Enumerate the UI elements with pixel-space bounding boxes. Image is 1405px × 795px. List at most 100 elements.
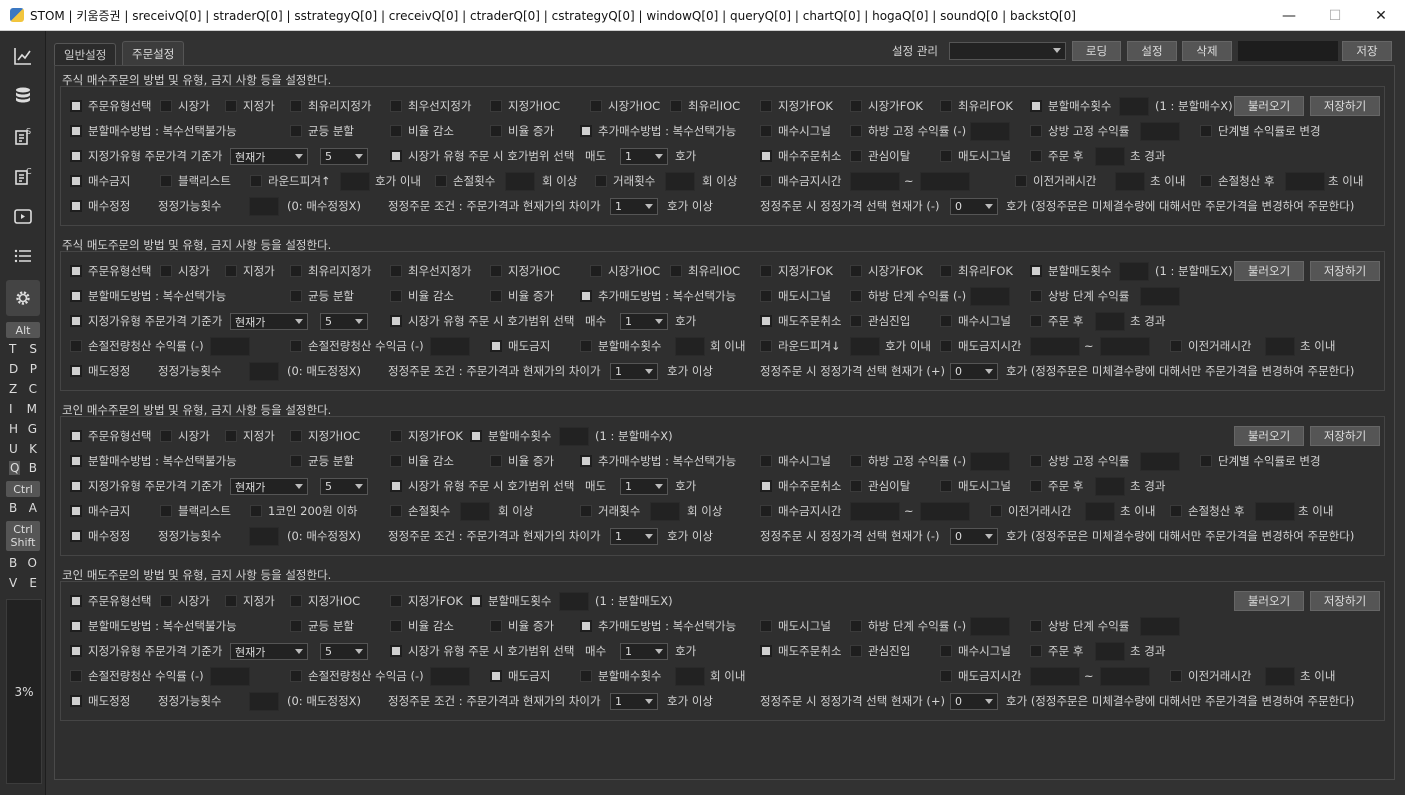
order-type-option[interactable]: 시장가 [160,261,210,281]
prev-trade-input[interactable] [1085,502,1115,521]
save-preset-button[interactable]: 저장하기 [1310,261,1380,281]
checkbox[interactable] [760,480,772,492]
coin-price-option[interactable]: 1코인 200원 이하 [250,501,357,521]
split-buy-input[interactable] [675,667,705,686]
checkbox[interactable] [225,595,237,607]
checkbox[interactable] [580,455,592,467]
checkbox[interactable] [760,175,772,187]
ban-end-input[interactable] [1100,667,1150,686]
checkbox[interactable] [390,290,402,302]
loss-count-input[interactable] [460,502,490,521]
interest-option[interactable]: 관심이탈 [850,146,910,166]
tick-diff-select[interactable]: 1 [610,528,658,545]
split-count-input[interactable] [559,592,589,611]
close-button[interactable]: ✕ [1358,0,1404,31]
checkbox[interactable] [580,340,592,352]
checkbox[interactable] [580,505,592,517]
correction-option[interactable]: 매수정정 [70,526,130,546]
settings-name-input[interactable] [1238,41,1338,61]
correction-price-select[interactable]: 0 [950,693,998,710]
checkbox[interactable] [70,530,82,542]
checkbox[interactable] [850,620,862,632]
limit-price-basis[interactable]: 지정가유형 주문가격 기준가 [70,311,222,331]
stoploss-after-input[interactable] [1255,502,1295,521]
ban-time-option[interactable]: 매수금지시간 [760,501,841,521]
checkbox[interactable] [1030,315,1042,327]
split-method-option[interactable]: 추가매도방법 : 복수선택가능 [580,286,736,306]
sell-ban-time-option[interactable]: 매도금지시간 [940,336,1021,356]
range-select[interactable]: 1 [620,643,668,660]
save-preset-button[interactable]: 저장하기 [1310,591,1380,611]
save-preset-button[interactable]: 저장하기 [1310,426,1380,446]
correction-option[interactable]: 매도정정 [70,691,130,711]
order-type-option[interactable]: 주문유형선택 [70,261,151,281]
round-figure-option[interactable]: 라운드피겨↓ [760,336,841,356]
order-type-option[interactable]: 시장가IOC [590,261,660,281]
correction-price-select[interactable]: 0 [950,198,998,215]
correction-count-input[interactable] [249,197,279,216]
correction-option[interactable]: 매수정정 [70,196,130,216]
checkbox[interactable] [435,175,447,187]
split-method-option[interactable]: 분할매도방법 : 복수선택불가능 [70,616,237,636]
split-method-option[interactable]: 단계별 수익률로 변경 [1200,451,1321,471]
checkbox[interactable] [850,125,862,137]
checkbox[interactable] [160,505,172,517]
checkbox[interactable] [290,620,302,632]
loss-count-option[interactable]: 손절횟수 [390,501,450,521]
range-select[interactable]: 1 [620,313,668,330]
prev-trade-time-option[interactable]: 이전거래시간 [1170,666,1251,686]
checkbox[interactable] [490,620,502,632]
split-method-option[interactable]: 분할매도방법 : 복수선택가능 [70,286,226,306]
order-type-option[interactable]: 주문유형선택 [70,591,151,611]
split-method-option[interactable]: 비율 감소 [390,286,454,306]
correction-count-input[interactable] [249,362,279,381]
split-method-option[interactable]: 균등 분할 [290,286,354,306]
split-method-option[interactable]: 단계별 수익률로 변경 [1200,121,1321,141]
checkbox[interactable] [760,290,772,302]
ban-end-input[interactable] [920,502,970,521]
load-preset-button[interactable]: 불러오기 [1234,261,1304,281]
tab-general-settings[interactable]: 일반설정 [54,43,117,65]
order-type-option[interactable]: 최우선지정가 [390,261,471,281]
checkbox[interactable] [760,455,772,467]
trade-count-option[interactable]: 거래횟수 [595,171,655,191]
limit-price-basis[interactable]: 지정가유형 주문가격 기준가 [70,641,222,661]
checkbox[interactable] [160,265,172,277]
checkbox[interactable] [990,505,1002,517]
order-type-option[interactable]: 지정가IOC [490,261,560,281]
order-after-option[interactable]: 주문 후 [1030,311,1083,331]
upper-return-input[interactable] [1140,122,1180,141]
correction-price-select[interactable]: 0 [950,363,998,380]
checkbox[interactable] [70,100,82,112]
minimize-button[interactable]: — [1266,0,1312,31]
split-method-option[interactable]: 하방 고정 수익률 (-) [850,121,966,141]
checkbox[interactable] [470,430,482,442]
upper-return-input[interactable] [1140,617,1180,636]
split-method-option[interactable]: 하방 고정 수익률 (-) [850,451,966,471]
price-basis-select[interactable]: 현재가 [230,148,308,165]
order-type-option[interactable]: 분할매도횟수 [470,591,551,611]
load-button[interactable]: 로딩 [1072,41,1121,61]
split-method-option[interactable]: 균등 분할 [290,121,354,141]
ban-start-input[interactable] [1030,337,1080,356]
checkbox[interactable] [1030,455,1042,467]
correction-price-select[interactable]: 0 [950,528,998,545]
checkbox[interactable] [390,150,402,162]
ban-end-input[interactable] [920,172,970,191]
order-type-option[interactable]: 지정가FOK [390,591,463,611]
checkbox[interactable] [490,340,502,352]
checkbox[interactable] [1200,125,1212,137]
stoploss-rate-input[interactable] [210,667,250,686]
checkbox[interactable] [590,100,602,112]
checkbox[interactable] [160,430,172,442]
lower-return-input[interactable] [970,617,1010,636]
stoploss-amount-input[interactable] [430,337,470,356]
ban-start-input[interactable] [850,172,900,191]
checkbox[interactable] [670,265,682,277]
checkbox[interactable] [760,150,772,162]
sell-ban-time-option[interactable]: 매도금지시간 [940,666,1021,686]
checkbox[interactable] [290,430,302,442]
limit-price-basis[interactable]: 지정가유형 주문가격 기준가 [70,146,222,166]
apply-settings-button[interactable]: 설정 [1127,41,1177,61]
split-method-option[interactable]: 비율 증가 [490,286,554,306]
